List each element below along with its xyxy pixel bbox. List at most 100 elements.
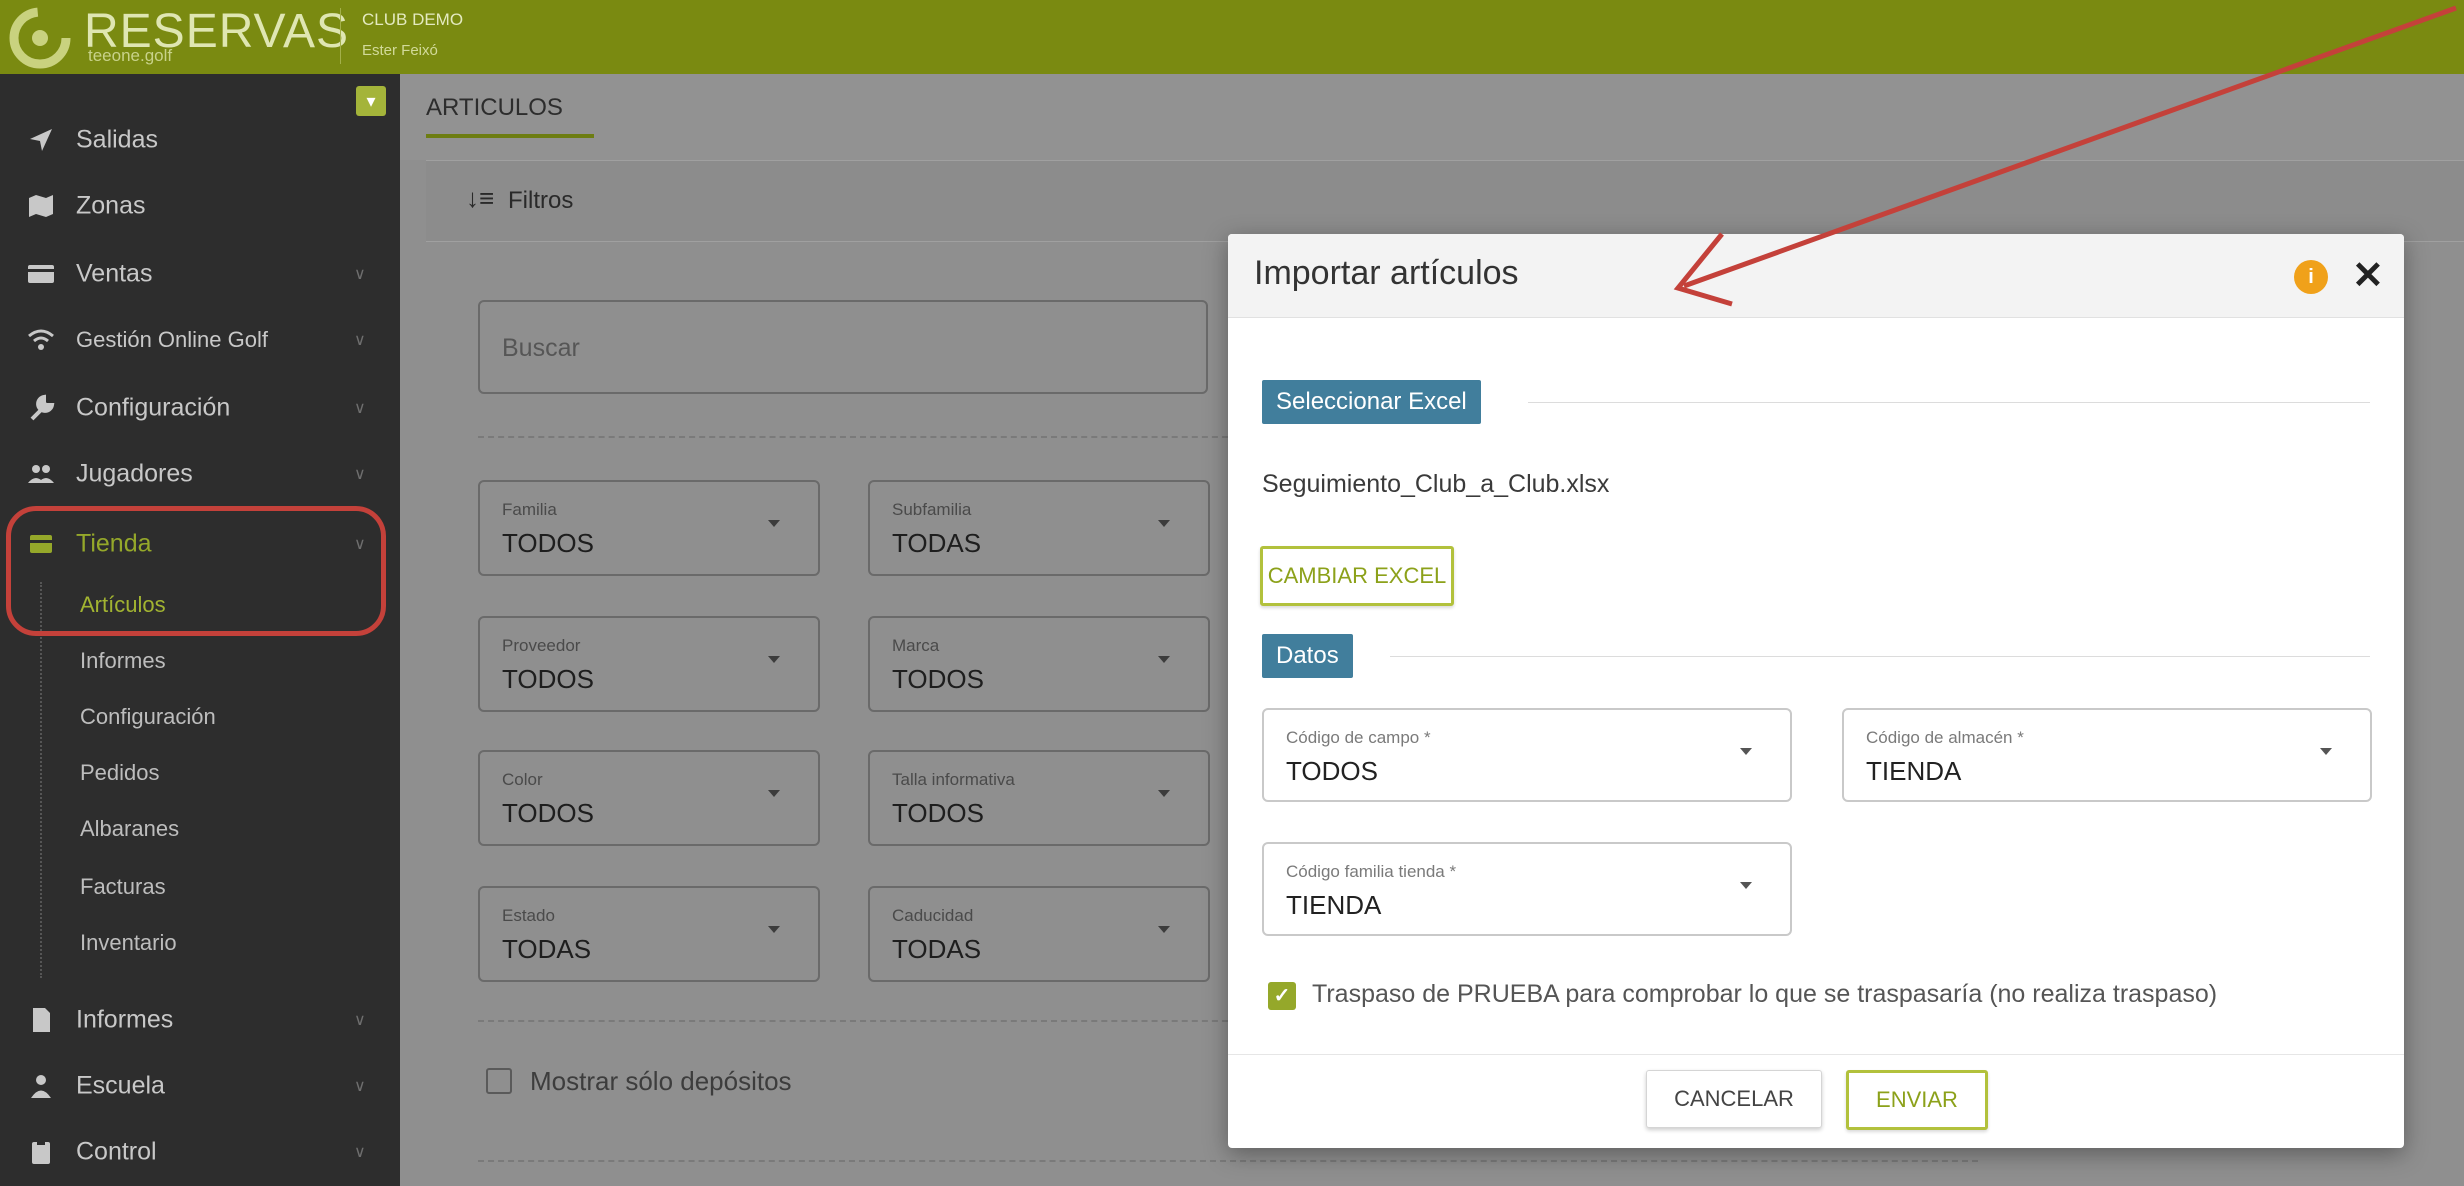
select-label: Subfamilia (892, 500, 972, 519)
chevron-down-icon: ∨ (354, 400, 366, 417)
color-select[interactable]: Color TODOS (478, 750, 820, 846)
deposit-checkbox[interactable] (486, 1068, 512, 1094)
divider (478, 1160, 1978, 1162)
tab-articulos[interactable]: ARTICULOS (426, 94, 563, 122)
select-value: TODAS (502, 934, 592, 964)
codigo-familia-select[interactable]: Código familia tienda * TIENDA (1262, 842, 1792, 936)
sidebar-item-informes[interactable]: Informes ∨ (0, 992, 400, 1048)
test-transfer-checkbox[interactable]: ✓ (1268, 982, 1296, 1010)
top-bar: RESERVAS teeone.golf CLUB DEMO Ester Fei… (0, 0, 2464, 74)
sidebar-item-configuracion[interactable]: Configuración ∨ (0, 380, 400, 436)
select-value: TODOS (502, 798, 594, 828)
search-placeholder: Buscar (502, 334, 580, 362)
sidebar-subitem-informes[interactable]: Informes (80, 648, 166, 674)
cancel-button[interactable]: CANCELAR (1646, 1070, 1822, 1128)
selected-filename: Seguimiento_Club_a_Club.xlsx (1262, 470, 1610, 498)
sidebar-subitem-inventario[interactable]: Inventario (80, 930, 177, 956)
chevron-down-icon: ∨ (354, 332, 366, 349)
sidebar-item-label: Jugadores (76, 459, 193, 488)
caducidad-select[interactable]: Caducidad TODAS (868, 886, 1210, 982)
codigo-campo-select[interactable]: Código de campo * TODOS (1262, 708, 1792, 802)
select-value: TODOS (892, 664, 984, 694)
caret-down-icon (768, 926, 780, 933)
data-section-tag: Datos (1262, 634, 1353, 678)
close-icon[interactable]: ✕ (2352, 252, 2384, 300)
sidebar-item-label: Zonas (76, 191, 146, 220)
user-name[interactable]: Ester Feixó (362, 42, 438, 59)
divider (478, 436, 1238, 438)
submenu-guide-line (40, 582, 42, 978)
subfamilia-select[interactable]: Subfamilia TODAS (868, 480, 1210, 576)
codigo-almacen-select[interactable]: Código de almacén * TIENDA (1842, 708, 2372, 802)
sidebar-item-gestion-online[interactable]: Gestión Online Golf ∨ (0, 312, 400, 368)
select-label: Marca (892, 636, 940, 655)
info-icon[interactable]: i (2294, 260, 2328, 294)
talla-select[interactable]: Talla informativa TODOS (868, 750, 1210, 846)
select-value: TODOS (1286, 756, 1378, 786)
sidebar-item-escuela[interactable]: Escuela ∨ (0, 1058, 400, 1114)
select-label: Estado (502, 906, 555, 925)
app-brand-sub: teeone.golf (88, 46, 173, 65)
divider (478, 1020, 1238, 1022)
change-excel-button[interactable]: CAMBIAR EXCEL (1260, 546, 1454, 606)
filters-toggle[interactable]: ↓≡ Filtros (426, 160, 2464, 242)
sidebar-subitem-facturas[interactable]: Facturas (80, 874, 166, 900)
paper-plane-icon (30, 129, 52, 151)
users-icon (28, 465, 54, 483)
marca-select[interactable]: Marca TODOS (868, 616, 1210, 712)
dialog-title: Importar artículos (1254, 254, 1519, 292)
chevron-down-icon: ∨ (354, 1012, 366, 1029)
active-tab-indicator (426, 134, 594, 138)
dialog-header: Importar artículos i ✕ (1228, 234, 2404, 318)
caret-down-icon (1158, 790, 1170, 797)
reservas-logo-icon (9, 7, 71, 69)
search-input[interactable]: Buscar (478, 300, 1208, 394)
dialog-footer-divider (1228, 1054, 2404, 1055)
select-value: TIENDA (1866, 756, 1962, 786)
familia-select[interactable]: Familia TODOS (478, 480, 820, 576)
club-name[interactable]: CLUB DEMO (362, 10, 463, 30)
wifi-icon (28, 329, 54, 350)
select-label: Proveedor (502, 636, 581, 655)
sidebar-item-label: Informes (76, 1005, 174, 1034)
caret-down-icon (768, 790, 780, 797)
select-value: TIENDA (1286, 890, 1382, 920)
select-label: Talla informativa (892, 770, 1015, 789)
sidebar-subitem-pedidos[interactable]: Pedidos (80, 760, 160, 786)
send-button[interactable]: ENVIAR (1846, 1070, 1988, 1130)
sidebar-item-control[interactable]: Control ∨ (0, 1124, 400, 1180)
sort-filter-icon: ↓≡ (466, 183, 495, 213)
credit-card-icon (28, 265, 54, 283)
select-value: TODOS (892, 798, 984, 828)
sidebar-item-zonas[interactable]: Zonas (0, 178, 400, 234)
proveedor-select[interactable]: Proveedor TODOS (478, 616, 820, 712)
clipboard-icon (32, 1140, 50, 1164)
sidebar-item-label: Control (76, 1137, 157, 1166)
select-excel-tag: Seleccionar Excel (1262, 380, 1481, 424)
sidebar-item-label: Ventas (76, 259, 153, 288)
caret-down-icon (1740, 748, 1752, 755)
sidebar-subitem-configuracion[interactable]: Configuración (80, 704, 216, 730)
sidebar-item-ventas[interactable]: Ventas ∨ (0, 246, 400, 302)
sidebar-item-jugadores[interactable]: Jugadores ∨ (0, 446, 400, 502)
sidebar-item-label: Escuela (76, 1071, 165, 1100)
select-label: Caducidad (892, 906, 974, 925)
school-icon (31, 1075, 51, 1098)
filters-label: Filtros (508, 187, 574, 214)
caret-down-icon (768, 656, 780, 663)
select-label: Familia (502, 500, 557, 519)
sidebar-subitem-albaranes[interactable]: Albaranes (80, 816, 179, 842)
sidebar-item-salidas[interactable]: Salidas (0, 112, 400, 168)
caret-down-icon (768, 520, 780, 527)
select-value: TODAS (892, 528, 982, 558)
chevron-down-icon: ∨ (354, 1078, 366, 1095)
estado-select[interactable]: Estado TODAS (478, 886, 820, 982)
tab-bar: ARTICULOS (400, 74, 2464, 160)
test-transfer-label: Traspaso de PRUEBA para comprobar lo que… (1312, 980, 2218, 1008)
chevron-down-icon: ∨ (354, 466, 366, 483)
select-label: Código de campo * (1286, 728, 1431, 747)
caret-down-icon (1158, 520, 1170, 527)
deposit-checkbox-label: Mostrar sólo depósitos (530, 1066, 792, 1096)
chevron-down-icon: ∨ (354, 266, 366, 283)
import-articles-dialog: Importar artículos i ✕ Seleccionar Excel… (1228, 234, 2404, 1148)
